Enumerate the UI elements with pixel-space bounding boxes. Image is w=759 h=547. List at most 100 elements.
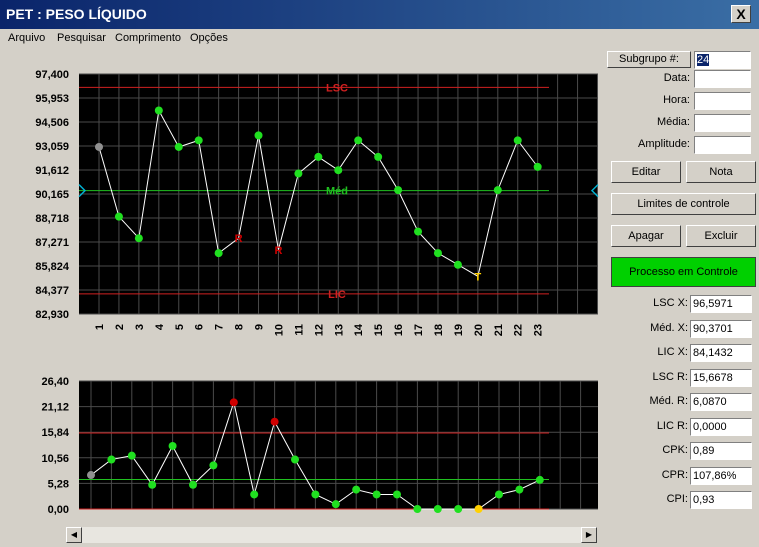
range-y-tick: 0,00: [48, 504, 69, 516]
xbar-x-tick: 17: [413, 324, 425, 336]
xbar-data-point: [513, 136, 522, 145]
xbar-y-tick: 90,165: [35, 189, 69, 201]
stat-label: CPI:: [666, 493, 688, 505]
range-y-tick: 5,28: [48, 478, 69, 490]
hora-field[interactable]: [694, 92, 751, 110]
editar-button[interactable]: Editar: [611, 161, 681, 183]
xbar-x-tick: 10: [273, 324, 285, 336]
xbar-data-point: [394, 186, 403, 195]
range-data-point: [209, 461, 218, 470]
range-data-point: [515, 485, 524, 494]
range-data-point: [331, 500, 340, 509]
stat-value: 107,86%: [690, 467, 752, 485]
xbar-x-tick: 11: [293, 324, 305, 336]
range-data-point: [393, 490, 401, 499]
hora-label: Hora:: [663, 94, 690, 106]
xbar-chart: 97,400 95,953 94,506 93,059 91,612 90,165 88,7…: [35, 69, 599, 336]
subgroup-value: 24: [697, 54, 710, 66]
xbar-data-point: [334, 166, 343, 175]
scroll-right-button[interactable]: ▶: [581, 527, 597, 543]
range-data-point: [229, 398, 238, 407]
range-chart: 26,40 21,12 15,84 10,56 5,28 0,00: [41, 376, 598, 516]
stat-label: LIC R:: [656, 420, 688, 432]
horizontal-scrollbar[interactable]: ◀ ▶: [66, 527, 597, 543]
range-y-tick: 15,84: [41, 427, 69, 439]
xbar-center-label: Méd: [326, 186, 348, 198]
xbar-data-point: [174, 142, 183, 151]
stat-value: 90,3701: [690, 320, 752, 338]
range-data-point: [107, 455, 116, 464]
close-button[interactable]: X: [731, 5, 751, 23]
range-y-tick: 26,40: [41, 376, 69, 388]
xbar-x-tick: 20: [473, 324, 485, 336]
xbar-lic-label: LIC: [328, 289, 346, 301]
xbar-y-tick: 87,271: [35, 237, 69, 249]
xbar-x-tick: 19: [453, 324, 465, 336]
xbar-data-point: [453, 260, 462, 269]
xbar-x-tick: 6: [194, 324, 206, 330]
xbar-data-point: [374, 152, 383, 161]
xbar-y-tick: 82,930: [35, 309, 69, 321]
amplitude-label: Amplitude:: [638, 138, 690, 150]
range-data-point: [433, 505, 442, 513]
xbar-data-point: [314, 152, 323, 161]
xbar-x-tick: 4: [154, 323, 166, 330]
range-data-point: [352, 485, 361, 494]
xbar-data-point: [533, 162, 542, 171]
range-data-point: [127, 451, 136, 460]
stat-value: 84,1432: [690, 344, 752, 362]
xbar-lsc-label: LSC: [326, 82, 348, 94]
xbar-x-tick: 9: [254, 324, 266, 330]
amplitude-field[interactable]: [694, 136, 751, 154]
stat-value: 96,5971: [690, 295, 752, 313]
range-data-point: [372, 490, 381, 499]
range-data-point: [413, 505, 422, 513]
xbar-data-point: [194, 136, 203, 145]
control-charts: 97,400 95,953 94,506 93,059 91,612 90,165 88,7…: [35, 69, 599, 516]
excluir-button[interactable]: Excluir: [686, 225, 756, 247]
xbar-data-point: [214, 249, 223, 258]
stat-label: CPK:: [662, 444, 688, 456]
xbar-y-tick: 95,953: [35, 93, 69, 105]
range-data-point: [250, 490, 259, 499]
xbar-x-tick: 15: [373, 324, 385, 336]
subgroup-button[interactable]: Subgrupo #:: [607, 51, 691, 68]
xbar-data-point: [493, 186, 502, 195]
media-label: Média:: [656, 116, 690, 128]
media-field[interactable]: [694, 114, 751, 132]
xbar-x-tick: 8: [234, 324, 246, 330]
subgroup-field[interactable]: 24: [694, 51, 751, 69]
xbar-y-tick: 93,059: [35, 141, 69, 153]
xbar-data-point: [294, 169, 303, 178]
stat-label: LIC X:: [657, 346, 688, 358]
xbar-x-tick: 12: [313, 324, 325, 336]
stat-value: 0,93: [690, 491, 752, 509]
xbar-x-tick: 21: [493, 324, 505, 336]
xbar-data-point: [254, 131, 263, 140]
range-data-point: [474, 505, 483, 513]
xbar-x-tick: 2: [114, 324, 126, 330]
range-data-point: [454, 505, 463, 513]
range-data-point: [270, 417, 279, 426]
range-data-point: [168, 441, 177, 450]
xbar-y-tick: 91,612: [35, 165, 69, 177]
xbar-y-tick: 85,824: [35, 261, 70, 273]
xbar-x-tick: 3: [134, 324, 146, 330]
nota-button[interactable]: Nota: [686, 161, 756, 183]
limites-button[interactable]: Limites de controle: [611, 193, 756, 215]
range-data-point: [148, 480, 157, 489]
data-field[interactable]: [694, 70, 751, 88]
scroll-left-button[interactable]: ◀: [66, 527, 82, 543]
data-label: Data:: [663, 72, 690, 84]
xbar-point-marker: R: [235, 233, 243, 245]
range-data-point: [189, 480, 197, 489]
xbar-x-tick: 5: [174, 324, 186, 330]
xbar-data-point: [414, 227, 423, 236]
stat-value: 0,0000: [690, 418, 752, 436]
apagar-button[interactable]: Apagar: [611, 225, 681, 247]
xbar-data-point: [433, 249, 442, 258]
xbar-data-point: [114, 212, 123, 221]
range-data-point: [311, 490, 320, 499]
stat-label: LSC R:: [652, 371, 688, 383]
xbar-x-tick: 18: [433, 324, 445, 336]
